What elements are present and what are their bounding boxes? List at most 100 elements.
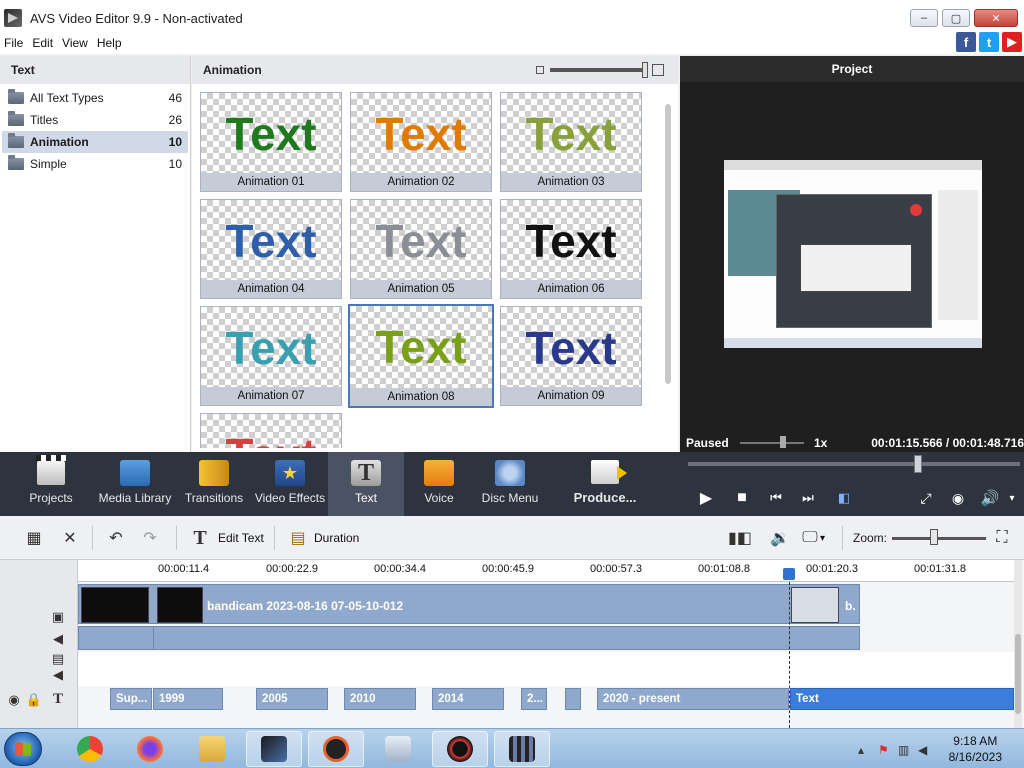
animation-tile-02[interactable]: Text Animation 02 (350, 92, 492, 192)
transitions-button[interactable]: Transitions (184, 452, 244, 516)
text-segment-selected[interactable]: Text (790, 688, 1014, 710)
maximize-button[interactable]: ▢ (942, 9, 970, 27)
trim-button[interactable]: ▮◧ (728, 528, 752, 548)
animation-tile-01[interactable]: Text Animation 01 (200, 92, 342, 192)
taskbar-bandicam[interactable] (432, 731, 488, 767)
menu-view[interactable]: View (62, 36, 88, 50)
facebook-icon[interactable]: f (956, 32, 976, 52)
menu-file[interactable]: File (4, 36, 23, 50)
category-titles[interactable]: Titles 26 (2, 109, 188, 131)
category-all-text-types[interactable]: All Text Types 46 (2, 87, 188, 109)
slider-handle[interactable] (642, 62, 648, 78)
taskbar-calculator[interactable] (370, 731, 426, 767)
animation-tile-04[interactable]: Text Animation 04 (200, 199, 342, 299)
animation-tile-05[interactable]: Text Animation 05 (350, 199, 492, 299)
seek-handle[interactable] (914, 455, 922, 473)
speed-slider-handle[interactable] (780, 436, 786, 448)
start-button[interactable] (4, 732, 42, 766)
undo-button[interactable]: ↶ (106, 528, 126, 548)
taskbar-app-t[interactable] (308, 731, 364, 767)
visibility-eye-icon[interactable]: ◉ (6, 692, 22, 707)
youtube-icon[interactable]: ▶ (1002, 32, 1022, 52)
voice-button[interactable]: Voice (414, 452, 464, 516)
text-segment[interactable]: Sup... (110, 688, 152, 710)
thumbnail-size-slider[interactable] (550, 62, 648, 78)
time-ruler[interactable]: 00:00:11.4 00:00:22.9 00:00:34.4 00:00:4… (78, 560, 1018, 582)
animation-tile-08[interactable]: Text Animation 08 (348, 304, 494, 408)
display-mode-button[interactable]: 🖵 ▾ (800, 528, 825, 548)
snapshot-camera-icon[interactable]: ◉ (948, 488, 968, 508)
lock-icon[interactable]: 🔒 (26, 692, 42, 707)
taskbar-chrome[interactable] (62, 731, 118, 767)
edit-text-button[interactable]: T Edit Text (190, 527, 263, 549)
network-icon[interactable]: ▥ (898, 743, 909, 757)
zoom-slider-handle[interactable] (930, 529, 938, 545)
taskbar-avs-editor[interactable] (246, 731, 302, 767)
text-button[interactable]: T Text (328, 452, 404, 516)
animation-tile-06[interactable]: Text Animation 06 (500, 199, 642, 299)
menu-help[interactable]: Help (97, 36, 122, 50)
text-segment[interactable]: 2020 - present (597, 688, 789, 710)
audio-clip[interactable] (78, 626, 860, 650)
duration-button[interactable]: ▤ Duration (288, 528, 359, 548)
audio-mute-icon[interactable]: ◀ (50, 667, 66, 682)
volume-icon[interactable]: 🔊 (980, 488, 1000, 508)
category-simple[interactable]: Simple 10 (2, 153, 188, 175)
stop-icon[interactable]: ■ (732, 488, 752, 508)
video-effects-button[interactable]: ★ Video Effects (255, 452, 325, 516)
gallery-scrollbar[interactable] (664, 92, 672, 448)
preview-seek-bar[interactable] (688, 462, 1020, 466)
taskbar-explorer[interactable] (184, 731, 240, 767)
text-segment[interactable]: 2010 (344, 688, 416, 710)
text-track-icon: T (52, 690, 63, 707)
text-segment[interactable]: 2005 (256, 688, 328, 710)
twitter-icon[interactable]: t (979, 32, 999, 52)
tray-expand-icon[interactable]: ▴ (858, 743, 864, 757)
taskbar-firefox[interactable] (122, 731, 178, 767)
taskbar-video-app[interactable] (494, 731, 550, 767)
produce-button[interactable]: Produce... (570, 452, 640, 516)
next-frame-icon[interactable]: ⏭ (798, 488, 818, 508)
timeline-scrollbar[interactable] (1014, 560, 1022, 728)
large-thumbs-icon[interactable] (652, 64, 664, 76)
fullscreen-icon[interactable]: ⤢ (916, 488, 936, 508)
category-animation[interactable]: Animation 10 (2, 131, 188, 153)
small-thumbs-icon[interactable] (536, 66, 544, 74)
speed-slider[interactable] (740, 442, 804, 444)
minimize-button[interactable]: – (910, 9, 938, 27)
video-clip[interactable]: bandicam 2023-08-16 07-05-10-012 b. (78, 584, 860, 624)
video-preview[interactable] (724, 160, 982, 348)
animation-tile-03[interactable]: Text Animation 03 (500, 92, 642, 192)
projects-button[interactable]: Projects (20, 452, 82, 516)
action-center-icon[interactable]: ⚑ (878, 743, 889, 757)
disc-menu-button[interactable]: Disc Menu (480, 452, 540, 516)
scrollbar-thumb[interactable] (665, 104, 671, 384)
close-button[interactable]: ✕ (974, 9, 1018, 27)
text-segment[interactable]: 2... (521, 688, 547, 710)
scrollbar-thumb[interactable] (1015, 634, 1021, 714)
play-icon[interactable]: ▶ (696, 488, 716, 508)
text-segment[interactable]: 2014 (432, 688, 504, 710)
menu-edit[interactable]: Edit (32, 36, 53, 50)
audio-mute-icon[interactable]: ◀ (50, 631, 66, 646)
volume-dropdown-icon[interactable]: ▾ (1002, 488, 1022, 508)
animation-tile-09[interactable]: Text Animation 09 (500, 306, 642, 406)
effects-track[interactable] (78, 652, 1018, 686)
delete-button[interactable]: ✕ (60, 528, 80, 548)
storyboard-toggle-button[interactable]: ▦ (24, 528, 44, 548)
system-clock[interactable]: 9:18 AM 8/16/2023 (949, 733, 1002, 765)
tool-label: Text (354, 491, 377, 505)
text-segment[interactable]: 1999 (153, 688, 223, 710)
media-library-button[interactable]: Media Library (98, 452, 172, 516)
fit-timeline-button[interactable]: ⛶ (992, 528, 1012, 548)
redo-button[interactable]: ↷ (140, 528, 160, 548)
timeline-zoom-slider[interactable] (892, 537, 986, 540)
audio-settings-button[interactable]: 🔉 (770, 528, 790, 548)
animation-tile-10[interactable]: Text (200, 413, 342, 448)
speaker-icon[interactable]: ◀ (918, 743, 927, 757)
split-preview-icon[interactable]: ◧ (834, 488, 854, 508)
text-segment[interactable] (565, 688, 581, 710)
animation-tile-07[interactable]: Text Animation 07 (200, 306, 342, 406)
previous-frame-icon[interactable]: ⏮ (766, 488, 786, 508)
playhead-handle[interactable] (783, 568, 795, 580)
